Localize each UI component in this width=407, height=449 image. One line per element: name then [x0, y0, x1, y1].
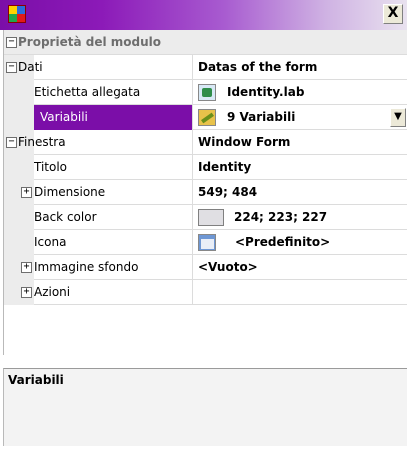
- property-row-backcolor[interactable]: Back color 224; 223; 227: [4, 205, 407, 230]
- property-label: Titolo: [34, 160, 68, 174]
- expand-icon[interactable]: +: [21, 187, 32, 198]
- property-value[interactable]: Identity: [198, 155, 403, 180]
- property-window: X − Proprietà del modulo − Dati Datas of…: [0, 0, 407, 449]
- property-value[interactable]: 549; 484: [198, 180, 403, 205]
- property-label: Variabili: [34, 105, 192, 130]
- collapse-icon[interactable]: −: [6, 62, 17, 73]
- property-value[interactable]: [198, 280, 403, 305]
- property-value[interactable]: Identity.lab: [227, 80, 407, 105]
- property-label: Etichetta allegata: [34, 85, 141, 99]
- title-bar[interactable]: X: [0, 0, 407, 30]
- property-value[interactable]: <Predefinito>: [235, 230, 407, 255]
- dropdown-arrow-icon[interactable]: ▼: [390, 108, 406, 127]
- property-row-etichetta[interactable]: Etichetta allegata Identity.lab: [4, 80, 407, 105]
- property-row-immagine[interactable]: + Immagine sfondo <Vuoto>: [4, 255, 407, 280]
- property-row-variabili[interactable]: Variabili 9 Variabili ▼: [4, 105, 407, 130]
- property-label: Azioni: [34, 285, 71, 299]
- property-label: Icona: [34, 235, 67, 249]
- description-title: Variabili: [8, 373, 64, 387]
- property-row-dimensione[interactable]: + Dimensione 549; 484: [4, 180, 407, 205]
- property-value[interactable]: 224; 223; 227: [234, 205, 407, 230]
- close-button[interactable]: X: [383, 4, 403, 24]
- section-header[interactable]: − Proprietà del modulo: [4, 30, 407, 55]
- category-value: Window Form: [198, 135, 291, 149]
- property-label: Back color: [34, 210, 97, 224]
- property-label: Immagine sfondo: [34, 260, 139, 274]
- category-label: Finestra: [18, 135, 66, 149]
- category-label: Dati: [18, 60, 43, 74]
- category-value: Datas of the form: [198, 60, 318, 74]
- category-finestra[interactable]: − Finestra Window Form: [4, 130, 407, 155]
- property-row-titolo[interactable]: Titolo Identity: [4, 155, 407, 180]
- property-row-icona[interactable]: Icona <Predefinito>: [4, 230, 407, 255]
- description-panel: Variabili: [3, 368, 407, 446]
- variables-icon: [198, 109, 216, 126]
- property-grid: − Proprietà del modulo − Dati Datas of t…: [3, 30, 407, 355]
- collapse-icon[interactable]: −: [6, 137, 17, 148]
- property-label: Dimensione: [34, 185, 106, 199]
- property-value[interactable]: 9 Variabili: [227, 105, 387, 130]
- property-row-azioni[interactable]: + Azioni: [4, 280, 407, 305]
- form-icon: [198, 234, 216, 251]
- section-title: Proprietà del modulo: [18, 35, 161, 49]
- property-value[interactable]: <Vuoto>: [198, 255, 403, 280]
- app-icon: [8, 5, 26, 23]
- category-dati[interactable]: − Dati Datas of the form: [4, 55, 407, 80]
- collapse-icon[interactable]: −: [6, 37, 17, 48]
- label-file-icon: [198, 84, 216, 101]
- expand-icon[interactable]: +: [21, 262, 32, 273]
- expand-icon[interactable]: +: [21, 287, 32, 298]
- color-swatch: [198, 209, 224, 226]
